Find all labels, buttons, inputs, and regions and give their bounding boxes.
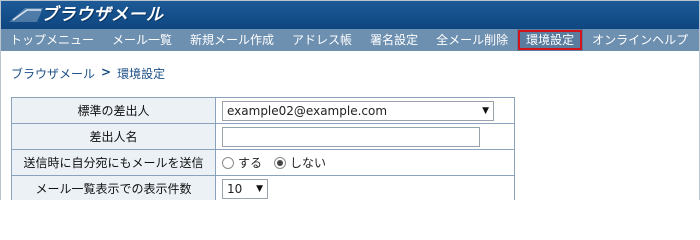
list-count-label: メール一覧表示での表示件数 [11,175,216,200]
nav-item-settings[interactable]: 環境設定 [517,29,584,51]
browser-mail-window: ブラウザメール トップメニュー メール一覧 新規メール作成 アドレス帳 署名設定… [0,0,700,200]
nav-item-delete-all-mail[interactable]: 全メール削除 [427,29,517,51]
sender-name-label: 差出人名 [11,123,216,150]
nav-item-signature-settings[interactable]: 署名設定 [361,29,427,51]
settings-row-default-sender: 標準の差出人 example02@example.com ▼ [11,97,515,124]
breadcrumb: ブラウザメール > 環境設定 [11,65,165,82]
settings-table: 標準の差出人 example02@example.com ▼ 差出人名 送信時に… [11,97,515,200]
main-nav: トップメニュー メール一覧 新規メール作成 アドレス帳 署名設定 全メール削除 … [1,29,699,51]
dropdown-arrow-icon: ▼ [256,183,263,194]
send-copy-yes-label[interactable]: する [238,154,262,171]
sender-name-input[interactable] [222,126,480,147]
nav-item-top-menu[interactable]: トップメニュー [1,29,103,51]
settings-row-send-copy: 送信時に自分宛にもメールを送信 する しない [11,149,515,176]
breadcrumb-root[interactable]: ブラウザメール [11,65,95,82]
nav-item-address-book[interactable]: アドレス帳 [283,29,361,51]
default-sender-select[interactable]: example02@example.com ▼ [222,100,494,121]
breadcrumb-current: 環境設定 [117,67,166,81]
list-count-select[interactable]: 10 ▼ [222,178,268,199]
send-copy-yes-radio[interactable] [222,156,234,169]
dropdown-arrow-icon: ▼ [482,105,489,116]
nav-item-compose[interactable]: 新規メール作成 [181,29,283,51]
default-sender-value: example02@example.com [227,103,388,118]
send-copy-radio-group: する しない [222,154,514,171]
send-copy-no-radio[interactable] [274,156,287,169]
settings-row-list-count: メール一覧表示での表示件数 10 ▼ [11,175,515,200]
settings-row-sender-name: 差出人名 [11,123,515,150]
send-copy-label: 送信時に自分宛にもメールを送信 [11,149,216,176]
nav-item-mail-list[interactable]: メール一覧 [103,29,181,51]
breadcrumb-separator: > [101,65,112,79]
default-sender-label: 標準の差出人 [11,97,216,124]
brand-bar: ブラウザメール [1,1,699,29]
list-count-value: 10 [227,181,243,196]
nav-item-online-help[interactable]: オンラインヘルプ [583,29,697,51]
send-copy-no-label[interactable]: しない [290,154,326,171]
app-title: ブラウザメール [41,5,164,25]
